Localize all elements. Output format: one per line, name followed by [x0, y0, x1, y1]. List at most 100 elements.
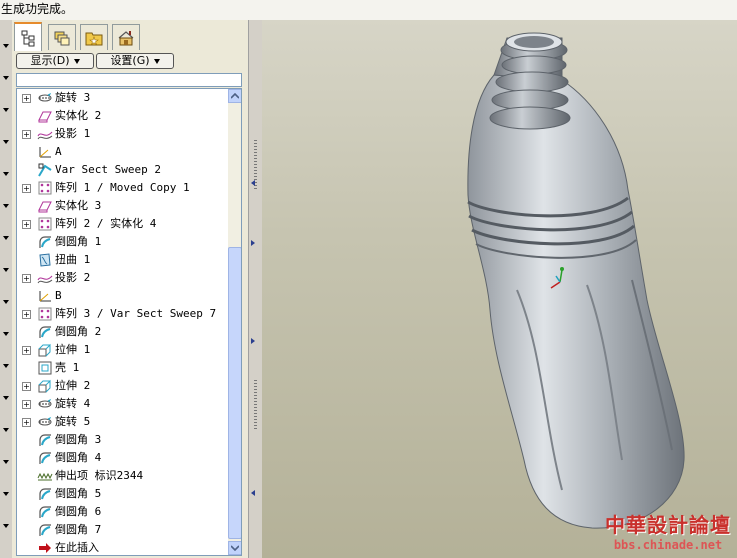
- tree-item-label: 实体化 2: [55, 109, 102, 122]
- warp-icon: [37, 252, 53, 268]
- tree-item-label: 旋转 4: [55, 397, 91, 410]
- expand-toggle-icon[interactable]: +: [22, 184, 31, 193]
- shell-icon: [37, 360, 53, 376]
- tree-item-label: B: [55, 289, 62, 302]
- dropdown-arrow-icon[interactable]: [3, 76, 9, 80]
- tree-item-label: 实体化 3: [55, 199, 102, 212]
- tree-item[interactable]: 倒圆角 4: [17, 449, 227, 467]
- round-icon: [37, 522, 53, 538]
- tree-item[interactable]: 实体化 2: [17, 107, 227, 125]
- extrude-icon: [37, 378, 53, 394]
- tree-item[interactable]: + 旋转 4: [17, 395, 227, 413]
- expand-toggle-icon[interactable]: +: [22, 310, 31, 319]
- expand-toggle-icon[interactable]: +: [22, 94, 31, 103]
- 3d-graphics-window[interactable]: 中華設計論壇 bbs.chinade.net: [262, 20, 737, 558]
- scroll-thumb[interactable]: [228, 247, 241, 539]
- tree-item[interactable]: 实体化 3: [17, 197, 227, 215]
- dropdown-arrow-icon[interactable]: [3, 492, 9, 496]
- tree-item[interactable]: + 阵列 2 / 实体化 4: [17, 215, 227, 233]
- expand-right-icon[interactable]: [251, 240, 255, 246]
- settings-dropdown-label: 设置(G): [110, 54, 150, 67]
- tree-item[interactable]: + 拉伸 1: [17, 341, 227, 359]
- tab-layers[interactable]: [48, 24, 76, 50]
- chevron-down-icon: [153, 58, 160, 64]
- dropdown-arrow-icon[interactable]: [3, 524, 9, 528]
- expand-toggle-icon[interactable]: +: [22, 130, 31, 139]
- tree-item[interactable]: + 旋转 3: [17, 89, 227, 107]
- tree-item-label: 旋转 3: [55, 91, 91, 104]
- bottle-model[interactable]: [262, 20, 737, 558]
- tree-item[interactable]: + 投影 2: [17, 269, 227, 287]
- tab-model-tree[interactable]: [14, 22, 42, 51]
- dropdown-arrow-icon[interactable]: [3, 236, 9, 240]
- dropdown-arrow-icon[interactable]: [3, 172, 9, 176]
- expand-toggle-icon[interactable]: +: [22, 346, 31, 355]
- tree-item[interactable]: 倒圆角 5: [17, 485, 227, 503]
- tree-item[interactable]: + 拉伸 2: [17, 377, 227, 395]
- tree-item[interactable]: 倒圆角 1: [17, 233, 227, 251]
- status-bar: 生成功完成。: [0, 0, 737, 20]
- dropdown-arrow-icon[interactable]: [3, 108, 9, 112]
- settings-dropdown[interactable]: 设置(G): [96, 53, 174, 69]
- show-dropdown[interactable]: 显示(D): [16, 53, 94, 69]
- dropdown-arrow-icon[interactable]: [3, 268, 9, 272]
- dropdown-arrow-icon[interactable]: [3, 428, 9, 432]
- dropdown-arrow-icon[interactable]: [3, 44, 9, 48]
- tree-item[interactable]: B: [17, 287, 227, 305]
- expand-toggle-icon[interactable]: +: [22, 220, 31, 229]
- dropdown-arrow-icon[interactable]: [3, 460, 9, 464]
- tree-header-bar: [16, 73, 242, 87]
- tree-item[interactable]: A: [17, 143, 227, 161]
- tab-connections[interactable]: [112, 24, 140, 50]
- navigator-tabs: [12, 22, 248, 51]
- tree-item[interactable]: + 阵列 1 / Moved Copy 1: [17, 179, 227, 197]
- dropdown-arrow-icon[interactable]: [3, 204, 9, 208]
- tree-item[interactable]: + 阵列 3 / Var Sect Sweep 7: [17, 305, 227, 323]
- vertical-scrollbar[interactable]: [228, 89, 241, 555]
- dropdown-arrow-icon[interactable]: [3, 364, 9, 368]
- coordinate-system-icon: [37, 144, 53, 160]
- expand-toggle-icon[interactable]: +: [22, 418, 31, 427]
- collapse-left-icon[interactable]: [251, 490, 255, 496]
- tree-item[interactable]: 倒圆角 6: [17, 503, 227, 521]
- revolve-icon: [37, 414, 53, 430]
- round-icon: [37, 234, 53, 250]
- expand-toggle-icon[interactable]: +: [22, 382, 31, 391]
- expand-right-icon[interactable]: [251, 338, 255, 344]
- solidify-icon: [37, 198, 53, 214]
- dropdown-arrow-icon[interactable]: [3, 140, 9, 144]
- tree-item[interactable]: 倒圆角 7: [17, 521, 227, 539]
- solidify-icon: [37, 108, 53, 124]
- tree-item[interactable]: 倒圆角 2: [17, 323, 227, 341]
- tree-item[interactable]: 壳 1: [17, 359, 227, 377]
- sash-grip: [254, 380, 257, 430]
- round-icon: [37, 504, 53, 520]
- scroll-down-button[interactable]: [228, 541, 241, 555]
- collapse-left-icon[interactable]: [251, 180, 255, 186]
- dropdown-arrow-icon[interactable]: [3, 396, 9, 400]
- scroll-up-button[interactable]: [228, 89, 241, 103]
- tree-item-label: 拉伸 1: [55, 343, 91, 356]
- dropdown-arrow-icon[interactable]: [3, 332, 9, 336]
- tree-item[interactable]: 伸出项 标识2344: [17, 467, 227, 485]
- tree-item-label: 倒圆角 7: [55, 523, 102, 536]
- tree-item[interactable]: 扭曲 1: [17, 251, 227, 269]
- tree-item[interactable]: + 投影 1: [17, 125, 227, 143]
- tab-favorites[interactable]: [80, 24, 108, 50]
- pattern-icon: [37, 180, 53, 196]
- expand-toggle-icon[interactable]: +: [22, 274, 31, 283]
- chevron-down-icon: [231, 545, 239, 551]
- tree-item-label: 在此插入: [55, 541, 99, 554]
- tree-item-label: 拉伸 2: [55, 379, 91, 392]
- tree-item-label: 倒圆角 5: [55, 487, 102, 500]
- expand-toggle-icon[interactable]: +: [22, 400, 31, 409]
- tree-item-label: 倒圆角 2: [55, 325, 102, 338]
- tree-item[interactable]: 倒圆角 3: [17, 431, 227, 449]
- dropdown-arrow-icon[interactable]: [3, 300, 9, 304]
- show-dropdown-label: 显示(D): [30, 54, 70, 67]
- tree-item-label: 阵列 1 / Moved Copy 1: [55, 181, 190, 194]
- panel-sash[interactable]: [248, 20, 263, 558]
- tree-item[interactable]: + 旋转 5: [17, 413, 227, 431]
- tree-item[interactable]: Var Sect Sweep 2: [17, 161, 227, 179]
- tree-item[interactable]: 在此插入: [17, 539, 227, 555]
